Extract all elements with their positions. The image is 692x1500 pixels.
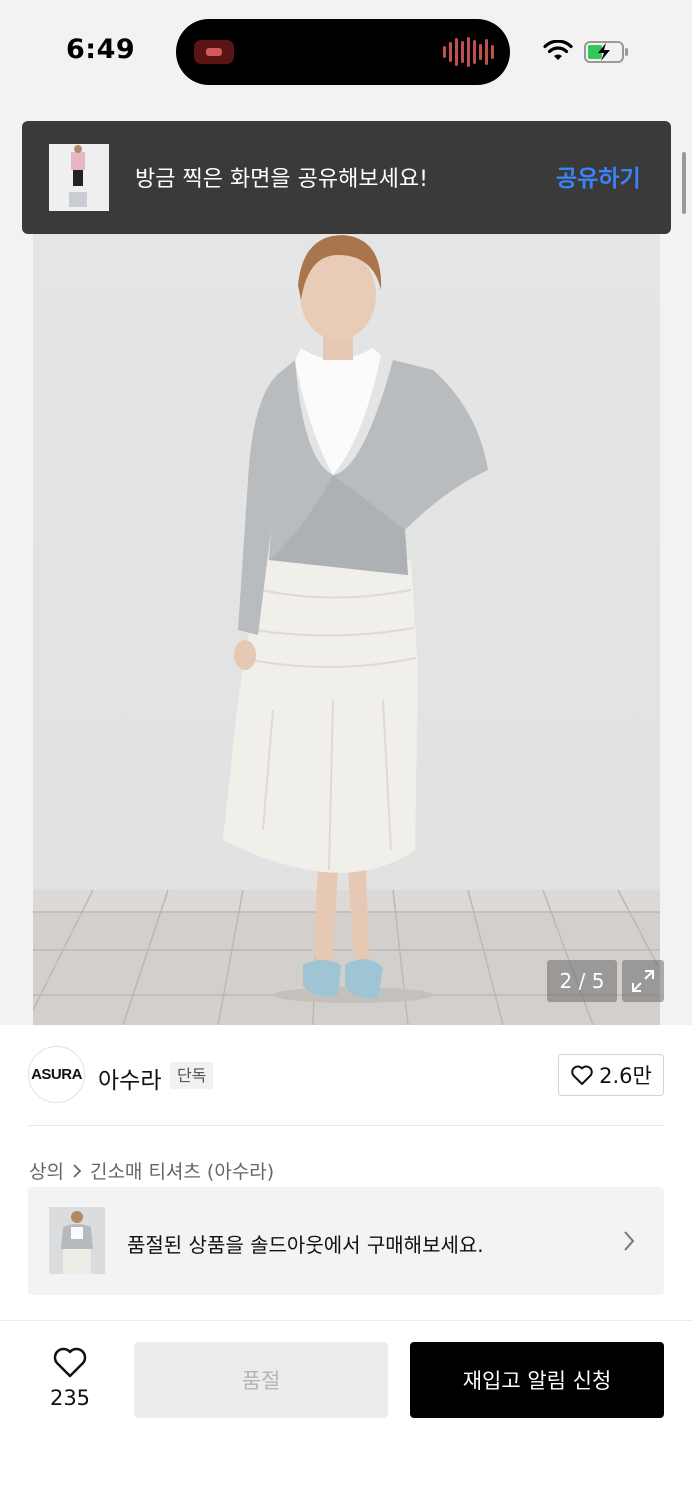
expand-icon	[632, 970, 654, 992]
image-counter: 2 / 5	[547, 960, 617, 1002]
brand-like-button[interactable]: 2.6만	[558, 1054, 664, 1096]
chevron-right-icon	[624, 1231, 635, 1251]
chevron-right-icon	[73, 1163, 82, 1178]
expand-image-button[interactable]	[622, 960, 664, 1002]
audio-waveform-icon	[443, 37, 494, 67]
product-photo-illustration	[33, 235, 660, 1025]
dynamic-island	[176, 19, 510, 85]
breadcrumb-subcategory[interactable]: 긴소매 티셔츠 (아수라)	[90, 1157, 274, 1184]
screenshot-thumbnail[interactable]	[49, 144, 109, 211]
battery-charging-icon	[584, 41, 628, 63]
wishlist-count: 235	[49, 1386, 91, 1410]
brand-like-count: 2.6만	[599, 1064, 652, 1088]
screenshot-share-toast: 방금 찍은 화면을 공유해보세요! 공유하기	[22, 121, 671, 234]
heart-icon	[571, 1065, 593, 1085]
soldout-promo-card[interactable]: 품절된 상품을 솔드아웃에서 구매해보세요.	[28, 1187, 664, 1295]
soldout-button: 품절	[134, 1342, 388, 1418]
brand-name[interactable]: 아수라	[98, 1061, 161, 1095]
recording-app-icon	[194, 40, 234, 64]
wishlist-heart-icon[interactable]	[52, 1345, 88, 1379]
soldout-promo-text: 품절된 상품을 솔드아웃에서 구매해보세요.	[127, 1233, 484, 1257]
product-image[interactable]	[33, 230, 660, 1025]
status-bar: 6:49	[0, 0, 692, 105]
restock-alert-button[interactable]: 재입고 알림 신청	[410, 1342, 664, 1418]
breadcrumb: 상의 긴소매 티셔츠 (아수라)	[29, 1157, 274, 1184]
soldout-thumbnail-illustration	[49, 1207, 105, 1274]
toast-message: 방금 찍은 화면을 공유해보세요!	[135, 167, 428, 192]
status-time: 6:49	[66, 34, 136, 65]
wifi-icon	[543, 40, 573, 60]
share-button[interactable]: 공유하기	[556, 159, 641, 193]
breadcrumb-category[interactable]: 상의	[29, 1157, 64, 1184]
scroll-indicator[interactable]	[682, 152, 686, 214]
thumbnail-illustration	[49, 144, 109, 211]
divider	[28, 1125, 664, 1126]
brand-logo[interactable]: ASURA	[28, 1046, 85, 1103]
soldout-product-thumbnail	[49, 1207, 105, 1274]
exclusive-badge: 단독	[170, 1062, 214, 1089]
